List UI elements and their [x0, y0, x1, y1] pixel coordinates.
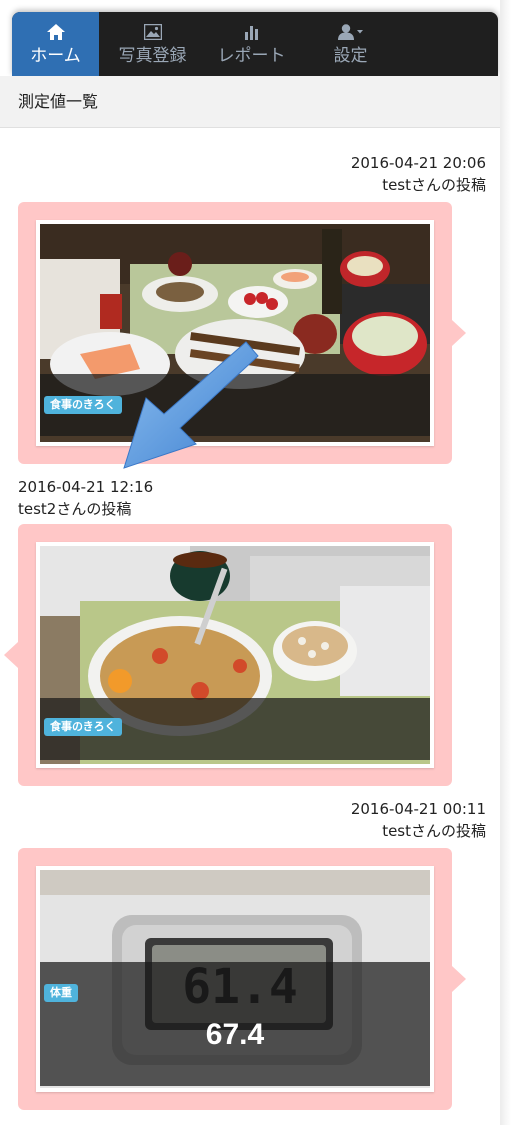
- post-card[interactable]: 食事のきろく: [4, 524, 452, 786]
- scroll-shadow: [500, 0, 511, 1125]
- annotation-arrow-icon: [123, 341, 259, 469]
- nav-home[interactable]: ホーム: [12, 12, 99, 76]
- nav-settings-label: 設定: [333, 46, 368, 66]
- post-meta: 2016-04-21 00:11 testさんの投稿: [351, 798, 486, 842]
- post-datetime: 2016-04-21 12:16: [18, 478, 154, 496]
- post-author: test2さんの投稿: [18, 500, 132, 518]
- category-badge: 体重: [44, 984, 78, 1002]
- photo-caption-overlay: 体重 67.4: [40, 962, 430, 1086]
- picture-icon: [143, 22, 162, 42]
- photo-frame: 食事のきろく: [36, 542, 434, 768]
- category-badge: 食事のきろく: [44, 396, 122, 414]
- page-title: 測定値一覧: [0, 76, 500, 128]
- card-pointer: [4, 642, 18, 668]
- nav-report-label: レポート: [217, 46, 286, 66]
- app: ホーム 写真登録 レポート 設定 測定値一覧 2016-04-21 20:06 …: [0, 0, 500, 1125]
- category-badge: 食事のきろく: [44, 718, 122, 736]
- meal-photo[interactable]: 食事のきろく: [40, 546, 430, 764]
- nav-home-label: ホーム: [30, 46, 81, 66]
- card-pointer: [452, 320, 466, 346]
- bar-chart-icon: [243, 22, 261, 42]
- nav-photo-register[interactable]: 写真登録: [109, 12, 196, 76]
- nav-photo-register-label: 写真登録: [118, 46, 187, 66]
- card-pointer: [452, 966, 466, 992]
- post-author: testさんの投稿: [382, 176, 486, 194]
- nav-report[interactable]: レポート: [208, 12, 295, 76]
- photo-caption-overlay: 食事のきろく: [40, 698, 430, 760]
- top-navbar: ホーム 写真登録 レポート 設定: [12, 12, 498, 76]
- post-meta: 2016-04-21 12:16 test2さんの投稿: [18, 476, 153, 520]
- post-datetime: 2016-04-21 20:06: [350, 154, 486, 172]
- user-icon: [337, 22, 364, 42]
- post-datetime: 2016-04-21 00:11: [350, 800, 486, 818]
- home-icon: [46, 22, 65, 42]
- post-card[interactable]: 61.4 体重 67.4: [18, 848, 466, 1110]
- measurement-value: 67.4: [205, 1018, 265, 1051]
- photo-frame: 61.4 体重 67.4: [36, 866, 434, 1092]
- nav-settings[interactable]: 設定: [307, 12, 394, 76]
- post-author: testさんの投稿: [382, 822, 486, 840]
- weight-photo[interactable]: 61.4 体重 67.4: [40, 870, 430, 1088]
- post-meta: 2016-04-21 20:06 testさんの投稿: [351, 152, 486, 196]
